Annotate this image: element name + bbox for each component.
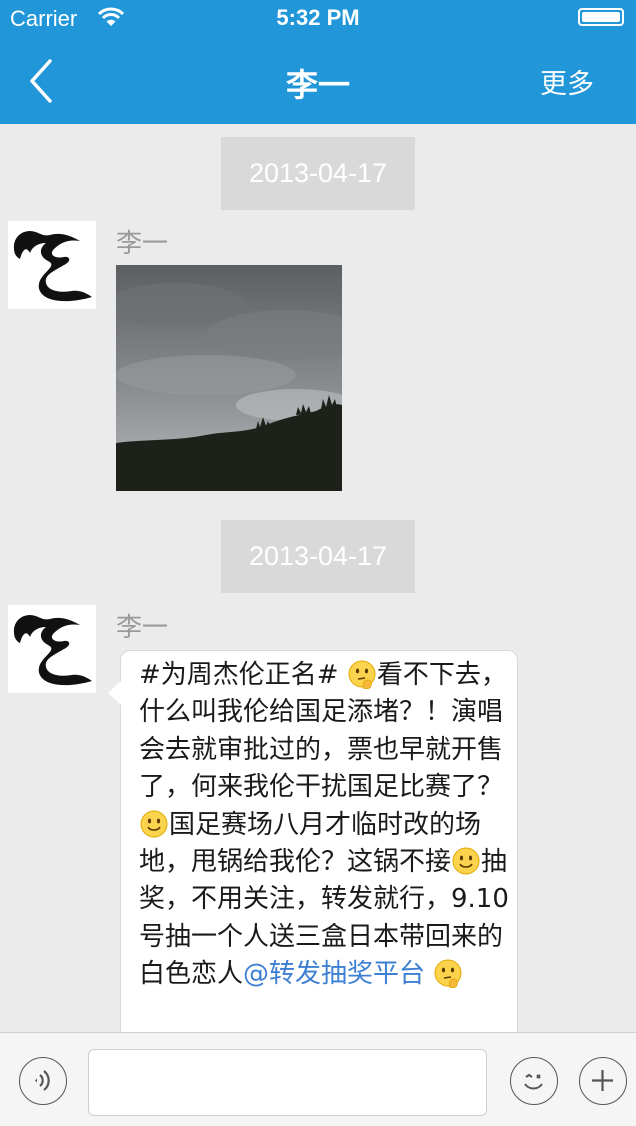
- status-bar: Carrier 5:32 PM: [0, 0, 636, 36]
- mention-link[interactable]: @转发抽奖平台: [243, 959, 425, 989]
- sender-name: 李一: [116, 229, 169, 259]
- input-bar: [0, 1032, 636, 1126]
- avatar[interactable]: [8, 605, 96, 693]
- smile-emoji: [452, 847, 480, 875]
- add-button[interactable]: [579, 1057, 627, 1105]
- date-separator: 2013-04-17: [221, 520, 415, 593]
- message-bubble[interactable]: #为周杰伦正名# 看不下去，什么叫我伦给国足添堵？！演唱会去就审批过的，票也早就…: [108, 650, 518, 1032]
- voice-icon: [35, 1070, 50, 1091]
- message-input[interactable]: [88, 1049, 487, 1116]
- voice-button[interactable]: [19, 1057, 67, 1105]
- top-bar: Carrier 5:32 PM 李一 更多: [0, 0, 636, 124]
- plus-icon: [592, 1070, 613, 1091]
- message-photo[interactable]: [116, 265, 342, 491]
- thinking-emoji: [434, 959, 462, 989]
- more-button[interactable]: 更多: [540, 62, 594, 101]
- smiley-icon: [524, 1073, 543, 1090]
- nav-bar: 李一 更多: [0, 36, 636, 124]
- message-text: #为周杰伦正名# 看不下去，什么叫我伦给国足添堵？！演唱会去就审批过的，票也早就…: [139, 660, 509, 990]
- avatar[interactable]: [8, 221, 96, 309]
- status-time: 5:32 PM: [276, 5, 360, 30]
- calligraphy-avatar-image: [8, 605, 96, 693]
- cloudy-hills-image: [116, 265, 342, 491]
- chat-area[interactable]: 2013-04-17 李一 2013-04-17 李一 #为周杰伦正名# 看不下…: [0, 124, 636, 1032]
- bubble-tail: [108, 681, 121, 705]
- smile-emoji: [140, 810, 168, 838]
- sender-name: 李一: [116, 613, 169, 643]
- battery-icon: [578, 8, 624, 26]
- thinking-emoji: [348, 660, 376, 689]
- date-separator: 2013-04-17: [221, 137, 415, 210]
- emoji-button[interactable]: [510, 1057, 558, 1105]
- calligraphy-avatar-image: [8, 221, 96, 309]
